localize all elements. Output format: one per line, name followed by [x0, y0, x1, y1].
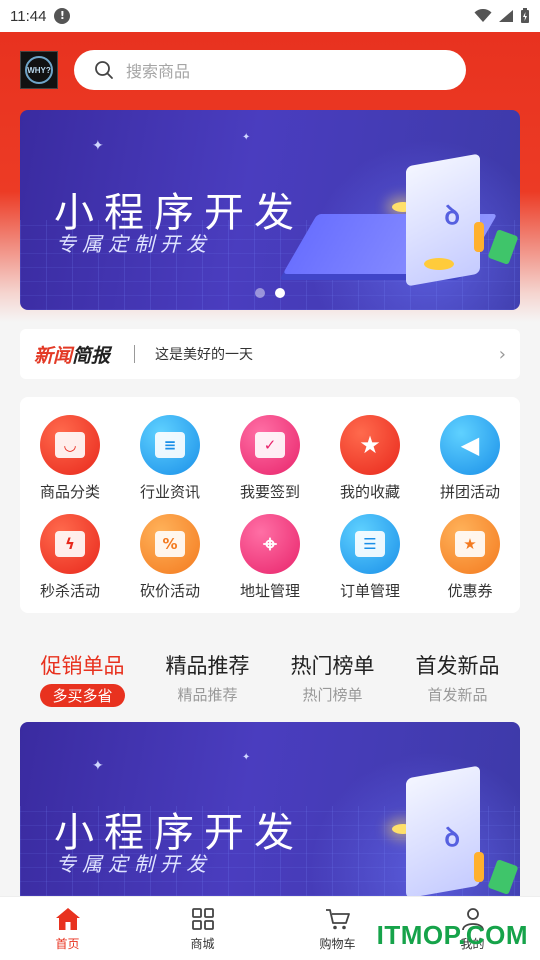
category-item-favorites[interactable]: ★ 我的收藏: [320, 415, 420, 514]
percent-tag-icon: %: [140, 514, 200, 574]
tab-title: 首发新品: [415, 654, 500, 678]
tab-subtitle: 首发新品: [427, 686, 488, 704]
mini-program-icon: ꝺ: [444, 201, 460, 231]
wifi-icon: [474, 9, 492, 22]
promo-banner[interactable]: ✦ ✦ 小程序开发 专属定制开发 ꝺ: [20, 110, 520, 310]
banner-subtitle: 专属定制开发: [56, 852, 212, 876]
banner-subtitle: 专属定制开发: [56, 232, 212, 256]
category-label: 砍价活动: [139, 582, 200, 600]
watermark: ITMOP.COM: [376, 920, 528, 950]
category-grid: ◡ 商品分类 ≡ 行业资讯 ✓ 我要签到 ★ 我的收藏 ◀ 拼团活动 ϟ 秒杀活…: [20, 397, 520, 613]
news-logo-black: 简报: [72, 344, 111, 367]
product-tabs: 促销单品 多买多省 精品推荐 精品推荐 热门榜单 热门榜单 首发新品 首发新品: [20, 650, 520, 708]
banner-person-illustration: [474, 222, 484, 252]
category-label: 拼团活动: [439, 483, 500, 501]
lightning-icon: ϟ: [40, 514, 100, 574]
cell-signal-icon: [499, 10, 513, 22]
tab-promotions[interactable]: 促销单品 多买多省: [20, 650, 145, 708]
category-label: 优惠券: [447, 582, 493, 600]
category-item-group-buy[interactable]: ◀ 拼团活动: [420, 415, 520, 514]
carousel-dot[interactable]: [255, 288, 265, 298]
nav-label: 商城: [190, 937, 215, 951]
nav-label: 购物车: [319, 937, 356, 951]
category-label: 我要签到: [239, 483, 300, 501]
status-time: 11:44: [10, 7, 47, 25]
category-label: 订单管理: [339, 582, 400, 600]
category-item-goods-category[interactable]: ◡ 商品分类: [20, 415, 120, 514]
category-label: 地址管理: [239, 582, 300, 600]
category-item-flash-sale[interactable]: ϟ 秒杀活动: [20, 514, 120, 613]
tab-new-arrivals[interactable]: 首发新品 首发新品: [395, 650, 520, 708]
news-logo: 新闻简报: [34, 341, 110, 368]
tab-title: 精品推荐: [165, 654, 250, 678]
category-label: 行业资讯: [139, 483, 200, 501]
category-item-orders[interactable]: ☰ 订单管理: [320, 514, 420, 613]
category-item-address[interactable]: ⌖ 地址管理: [220, 514, 320, 613]
sparkle-icon: ✦: [242, 752, 251, 763]
status-bar: 11:44 !: [0, 0, 540, 32]
carousel-dot-active[interactable]: [275, 288, 285, 298]
search-icon: [95, 61, 113, 79]
carousel-indicator: [255, 288, 285, 298]
nav-mall[interactable]: 商城: [135, 897, 270, 960]
status-icons: [474, 8, 530, 24]
star-icon: ★: [340, 415, 400, 475]
app-logo[interactable]: WHY?: [20, 51, 58, 89]
nav-label: 首页: [55, 937, 80, 951]
sparkle-icon: ✦: [92, 758, 104, 774]
category-item-industry-news[interactable]: ≡ 行业资讯: [120, 415, 220, 514]
coupon-icon: ★: [440, 514, 500, 574]
category-label: 商品分类: [39, 483, 100, 501]
home-icon: [55, 908, 80, 930]
news-logo-red: 新闻: [34, 344, 73, 367]
logo-emblem: WHY?: [25, 56, 53, 84]
news-divider: [134, 345, 136, 363]
search-bar[interactable]: 搜索商品: [74, 50, 466, 90]
product-banner[interactable]: ✦ ✦ 小程序开发 专属定制开发 ꝺ: [20, 722, 520, 896]
grid-icon: [191, 908, 214, 930]
sparkle-icon: ✦: [92, 138, 104, 154]
coin-illustration: [424, 258, 454, 270]
tab-title: 热门榜单: [290, 654, 375, 678]
category-item-coupons[interactable]: ★ 优惠券: [420, 514, 520, 613]
tab-recommended[interactable]: 精品推荐 精品推荐: [145, 650, 270, 708]
tab-title: 促销单品: [40, 654, 125, 678]
order-list-icon: ☰: [340, 514, 400, 574]
nav-home[interactable]: 首页: [0, 897, 135, 960]
search-placeholder: 搜索商品: [126, 62, 191, 81]
category-item-sign-in[interactable]: ✓ 我要签到: [220, 415, 320, 514]
news-headline: 这是美好的一天: [155, 347, 254, 363]
tab-hot-list[interactable]: 热门榜单 热门榜单: [270, 650, 395, 708]
category-item-bargain[interactable]: % 砍价活动: [120, 514, 220, 613]
news-bar[interactable]: 新闻简报 这是美好的一天 ›: [20, 329, 520, 379]
banner-person-illustration: [474, 852, 484, 882]
category-label: 秒杀活动: [39, 582, 100, 600]
tab-subtitle: 精品推荐: [177, 686, 238, 704]
tab-subtitle: 热门榜单: [302, 686, 363, 704]
cart-icon: [325, 909, 350, 930]
top-bar: WHY? 搜索商品: [0, 32, 540, 108]
battery-icon: [521, 8, 529, 23]
document-icon: ≡: [140, 415, 200, 475]
banner-phone-illustration: [406, 765, 480, 896]
tab-subtitle-badge: 多买多省: [40, 684, 125, 707]
calendar-check-icon: ✓: [240, 415, 300, 475]
megaphone-icon: ◀: [440, 415, 500, 475]
location-pin-icon: ⌖: [240, 514, 300, 574]
mini-program-icon: ꝺ: [444, 823, 460, 853]
category-label: 我的收藏: [339, 483, 400, 501]
shopping-bag-icon: ◡: [40, 415, 100, 475]
sparkle-icon: ✦: [242, 132, 251, 143]
chevron-right-icon: ›: [498, 343, 506, 365]
alert-icon: !: [54, 8, 71, 24]
